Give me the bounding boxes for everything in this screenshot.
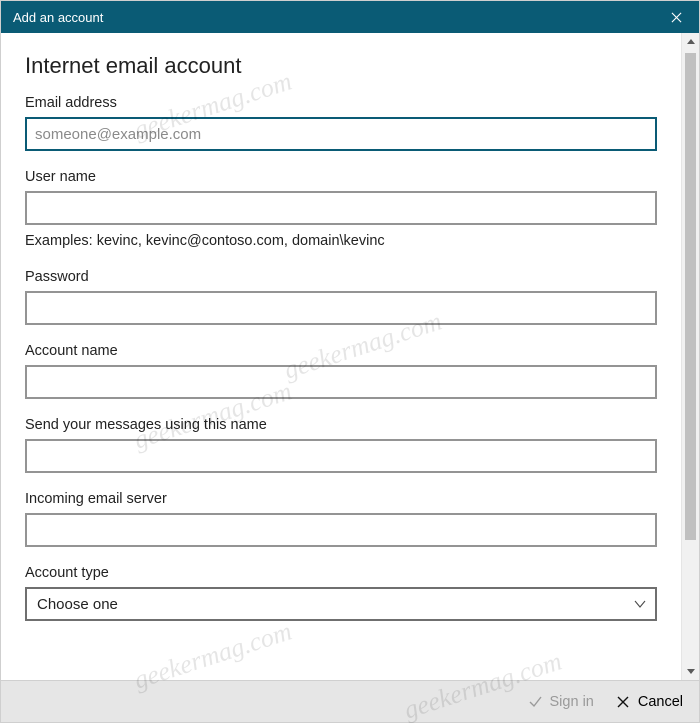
form-content: Internet email account Email address Use… [1, 33, 681, 680]
chevron-up-icon [686, 37, 696, 47]
chevron-down-icon [686, 666, 696, 676]
label-incoming: Incoming email server [25, 491, 657, 507]
accountname-input[interactable] [25, 365, 657, 399]
cancel-button[interactable]: Cancel [616, 694, 683, 710]
cancel-label: Cancel [638, 694, 683, 710]
field-sendname: Send your messages using this name [25, 417, 657, 473]
label-accounttype: Account type [25, 565, 657, 581]
incoming-input[interactable] [25, 513, 657, 547]
vertical-scrollbar[interactable] [681, 33, 699, 680]
field-email: Email address [25, 95, 657, 151]
titlebar: Add an account [1, 1, 699, 33]
label-sendname: Send your messages using this name [25, 417, 657, 433]
field-accountname: Account name [25, 343, 657, 399]
label-password: Password [25, 269, 657, 285]
signin-button: Sign in [528, 694, 594, 710]
titlebar-title: Add an account [13, 10, 103, 25]
sendname-input[interactable] [25, 439, 657, 473]
field-incoming: Incoming email server [25, 491, 657, 547]
check-icon [528, 695, 542, 709]
field-password: Password [25, 269, 657, 325]
body-area: Internet email account Email address Use… [1, 33, 699, 680]
dialog-window: Add an account Internet email account Em… [0, 0, 700, 723]
field-accounttype: Account type Choose one [25, 565, 657, 621]
username-input[interactable] [25, 191, 657, 225]
email-input[interactable] [25, 117, 657, 151]
close-icon [671, 12, 682, 23]
page-title: Internet email account [25, 53, 657, 79]
label-accountname: Account name [25, 343, 657, 359]
password-input[interactable] [25, 291, 657, 325]
username-help: Examples: kevinc, kevinc@contoso.com, do… [25, 233, 657, 249]
scroll-up-button[interactable] [682, 33, 699, 51]
close-icon [616, 695, 630, 709]
accounttype-select[interactable]: Choose one [25, 587, 657, 621]
scroll-thumb[interactable] [685, 53, 696, 540]
accounttype-selected: Choose one [37, 596, 118, 613]
signin-label: Sign in [550, 694, 594, 710]
scroll-down-button[interactable] [682, 662, 699, 680]
close-button[interactable] [653, 1, 699, 33]
chevron-down-icon [633, 597, 647, 611]
label-username: User name [25, 169, 657, 185]
label-email: Email address [25, 95, 657, 111]
field-username: User name [25, 169, 657, 225]
dialog-footer: Sign in Cancel [1, 680, 699, 722]
